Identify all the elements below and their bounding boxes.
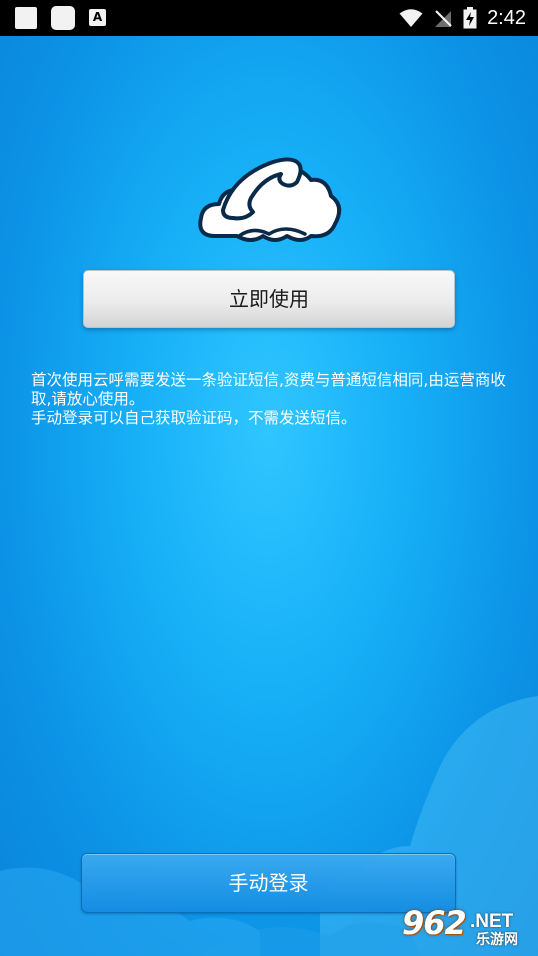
site-watermark: 962 .NET 乐游网	[398, 906, 534, 952]
wifi-icon	[399, 9, 423, 27]
start-using-button[interactable]: 立即使用	[83, 270, 455, 328]
app-screen: A 2:42 立即使用 首次使用云呼需要发送一条验证短信,资费与普通短信相同,由…	[0, 0, 538, 956]
description-line-manual: 手动登录可以自己获取验证码，不需发送短信。	[31, 409, 357, 427]
status-bar: A 2:42	[0, 0, 538, 36]
description-text: 首次使用云呼需要发送一条验证短信,资费与普通短信相同,由运营商收取,请放心使用。…	[31, 371, 521, 428]
battery-charging-icon	[463, 7, 477, 29]
notification-a-icon: A	[89, 9, 106, 26]
cloud-phone-icon	[198, 157, 342, 242]
status-bar-right: 2:42	[399, 0, 526, 36]
manual-login-button[interactable]: 手动登录	[81, 853, 456, 913]
status-time: 2:42	[487, 7, 526, 29]
watermark-number: 962	[402, 904, 467, 942]
notification-square-icon	[15, 7, 37, 29]
watermark-domain: .NET	[470, 911, 514, 932]
no-signal-icon	[435, 10, 452, 27]
watermark-site-name: 乐游网	[476, 932, 518, 948]
notification-rounded-square-icon	[51, 6, 75, 30]
description-line-sms: 首次使用云呼需要发送一条验证短信,资费与普通短信相同,由运营商收取,请放心使用。	[31, 371, 506, 408]
